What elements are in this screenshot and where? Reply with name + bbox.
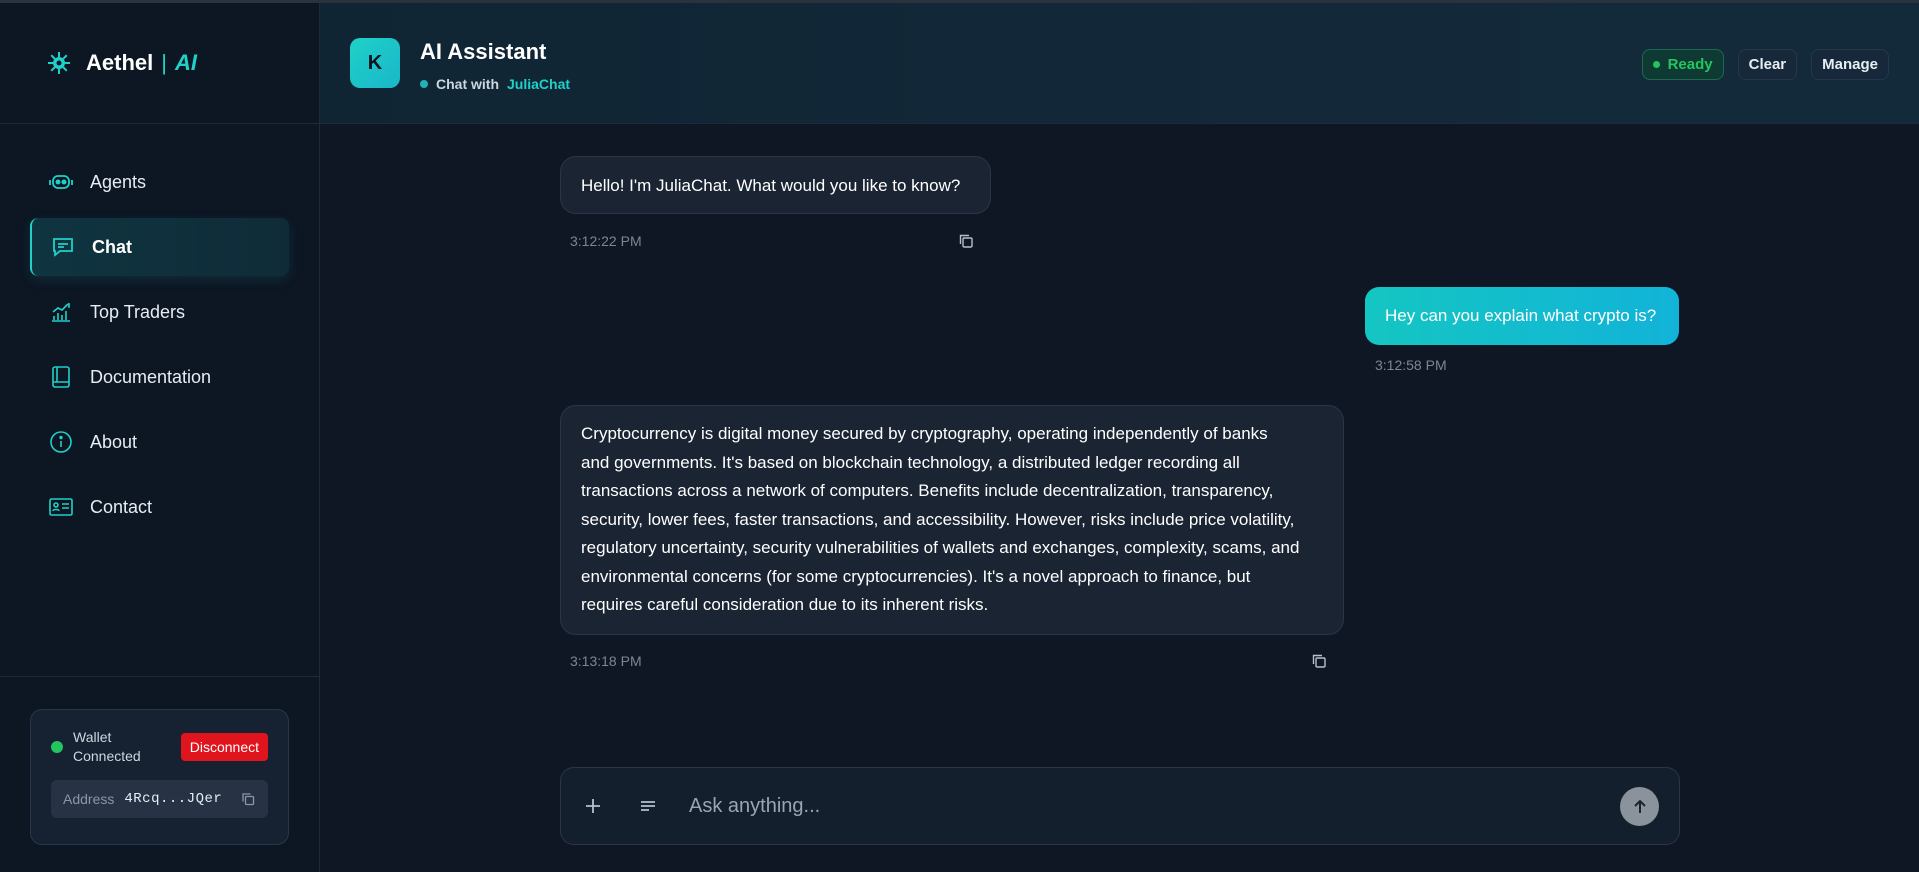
- wallet-address: Address 4Rcq...JQer: [51, 780, 268, 818]
- message-input[interactable]: [689, 788, 1589, 824]
- copy-icon[interactable]: [240, 791, 256, 807]
- wallet-status-text: Wallet Connected: [73, 729, 141, 764]
- sidebar-item-agents[interactable]: Agents: [30, 153, 289, 211]
- info-icon: [48, 429, 74, 455]
- book-icon: [48, 364, 74, 390]
- sidebar-item-contact[interactable]: Contact: [30, 478, 289, 536]
- robot-icon: [48, 169, 74, 195]
- message-timestamp: 3:12:58 PM: [1375, 357, 1447, 373]
- subtitle-prefix: Chat with: [436, 76, 499, 92]
- message-line: and governments. It's based on blockchai…: [581, 452, 1240, 472]
- contact-card-icon: [48, 494, 74, 520]
- chat-icon: [50, 234, 76, 260]
- brand-suffix: AI: [174, 50, 197, 75]
- manage-button[interactable]: Manage: [1811, 49, 1889, 80]
- sidebar-item-label: Agents: [90, 171, 147, 192]
- avatar: K: [350, 38, 400, 88]
- assistant-message: Hello! I'm JuliaChat. What would you lik…: [560, 156, 991, 214]
- address-label: Address: [63, 791, 115, 807]
- plus-icon[interactable]: [581, 794, 605, 818]
- connected-status-dot: [51, 741, 63, 753]
- message-line: requires careful consideration due to it…: [581, 595, 989, 614]
- menu-lines-icon[interactable]: [636, 794, 660, 818]
- wallet-status: Wallet Connected: [51, 728, 153, 766]
- brand-name: Aethel | AI: [86, 50, 197, 76]
- status-badge: Ready: [1641, 49, 1724, 80]
- sidebar: Aethel | AI Agents Chat Top Traders Docu…: [0, 3, 320, 872]
- clear-button[interactable]: Clear: [1737, 49, 1798, 80]
- address-value: 4Rcq...JQer: [124, 791, 223, 807]
- assistant-message: Cryptocurrency is digital money secured …: [560, 405, 1344, 635]
- disconnect-button[interactable]: Disconnect: [180, 733, 268, 761]
- ready-dot: [1652, 61, 1660, 68]
- message-composer: [560, 767, 1680, 845]
- sidebar-nav: Agents Chat Top Traders Documentation Ab…: [30, 153, 289, 543]
- message-timestamp: 3:12:22 PM: [570, 233, 642, 249]
- sidebar-item-label: Top Traders: [90, 301, 186, 322]
- sidebar-item-label: About: [90, 431, 138, 452]
- message-line: Cryptocurrency is digital money secured …: [581, 424, 1268, 443]
- sidebar-item-label: Chat: [92, 236, 132, 257]
- sidebar-item-top-traders[interactable]: Top Traders: [30, 283, 289, 341]
- chart-icon: [48, 299, 74, 325]
- message-timestamp: 3:13:18 PM: [570, 653, 642, 669]
- sidebar-item-label: Documentation: [90, 366, 212, 387]
- app-window: Aethel | AI Agents Chat Top Traders Docu…: [0, 0, 1919, 872]
- sidebar-footer: Wallet Connected Disconnect Address 4Rcq…: [0, 676, 320, 872]
- wallet-card: Wallet Connected Disconnect Address 4Rcq…: [30, 709, 289, 845]
- send-button[interactable]: [1620, 787, 1659, 826]
- gear-logo-icon: [46, 50, 72, 76]
- sidebar-item-documentation[interactable]: Documentation: [30, 348, 289, 406]
- status-label: Ready: [1667, 56, 1713, 73]
- sidebar-item-about[interactable]: About: [30, 413, 289, 471]
- agent-name: JuliaChat: [507, 76, 571, 92]
- sidebar-item-chat[interactable]: Chat: [30, 218, 289, 276]
- copy-icon[interactable]: [957, 232, 975, 250]
- sidebar-item-label: Contact: [90, 496, 153, 517]
- status-dot: [420, 80, 428, 88]
- message-line: security, lower fees, faster transaction…: [581, 509, 1295, 529]
- brand[interactable]: Aethel | AI: [0, 3, 319, 124]
- header-actions: Ready Clear Manage: [1641, 49, 1889, 80]
- chat-header: K AI Assistant Chat with JuliaChat Ready…: [320, 3, 1919, 124]
- brand-separator: |: [161, 50, 167, 75]
- page-title: AI Assistant: [420, 39, 547, 64]
- chat-messages: Hello! I'm JuliaChat. What would you lik…: [320, 125, 1919, 872]
- copy-icon[interactable]: [1310, 652, 1328, 670]
- message-line: regulatory uncertainty, security vulnera…: [581, 538, 1300, 557]
- brand-title: Aethel: [86, 50, 154, 75]
- message-line: environmental concerns (for some cryptoc…: [581, 566, 1251, 586]
- message-text: Hello! I'm JuliaChat. What would you lik…: [581, 176, 961, 195]
- user-message: Hey can you explain what crypto is?: [1365, 287, 1679, 345]
- message-text: Hey can you explain what crypto is?: [1385, 306, 1657, 325]
- message-line: transactions across a network of compute…: [581, 481, 1274, 500]
- chat-subtitle: Chat with JuliaChat: [420, 76, 570, 92]
